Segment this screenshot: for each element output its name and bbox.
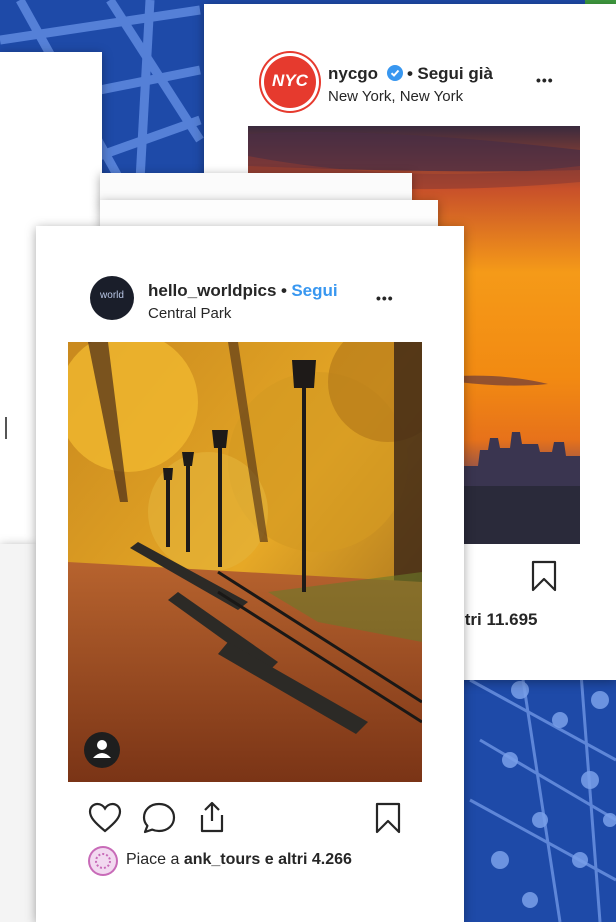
- username[interactable]: nycgo: [328, 64, 378, 83]
- background-card-left-lower: [0, 544, 36, 922]
- likes-line: Piace a ank_tours e altri 4.266: [126, 851, 352, 869]
- heart-icon[interactable]: [88, 802, 122, 834]
- likes-count-text: ltri 11.695: [460, 610, 538, 629]
- post-card-hello-worldpics: world hello_worldpics • Segui Central Pa…: [36, 226, 464, 922]
- user-tag-icon[interactable]: [84, 732, 120, 768]
- liker-avatar[interactable]: [90, 848, 116, 874]
- location-link[interactable]: New York, New York: [328, 88, 463, 105]
- more-options-icon[interactable]: •••: [536, 72, 554, 88]
- location-link[interactable]: Central Park: [148, 305, 231, 322]
- likes-count: e altri 4.266: [260, 851, 352, 868]
- follow-button[interactable]: Segui: [291, 281, 337, 300]
- following-status[interactable]: Segui già: [417, 64, 493, 83]
- liker-username[interactable]: ank_tours: [184, 851, 260, 868]
- separator-dot: •: [406, 64, 413, 83]
- bookmark-icon[interactable]: [530, 560, 558, 592]
- avatar[interactable]: NYC: [264, 56, 316, 108]
- avatar-logo-text: NYC: [272, 71, 308, 90]
- separator-dot: •: [280, 281, 287, 300]
- post-image-central-park: [68, 342, 422, 782]
- more-options-icon[interactable]: •••: [376, 290, 394, 306]
- verified-badge-icon: [386, 65, 403, 81]
- avatar[interactable]: world: [90, 276, 134, 320]
- divider-mark: [5, 417, 7, 439]
- comment-icon[interactable]: [142, 802, 176, 834]
- likes-prefix: Piace a: [126, 851, 184, 868]
- stacked-card-edge-1: [100, 173, 412, 203]
- avatar-logo-text: world: [100, 290, 124, 301]
- share-icon[interactable]: [196, 800, 228, 834]
- bookmark-icon[interactable]: [374, 802, 402, 834]
- username[interactable]: hello_worldpics: [148, 281, 276, 300]
